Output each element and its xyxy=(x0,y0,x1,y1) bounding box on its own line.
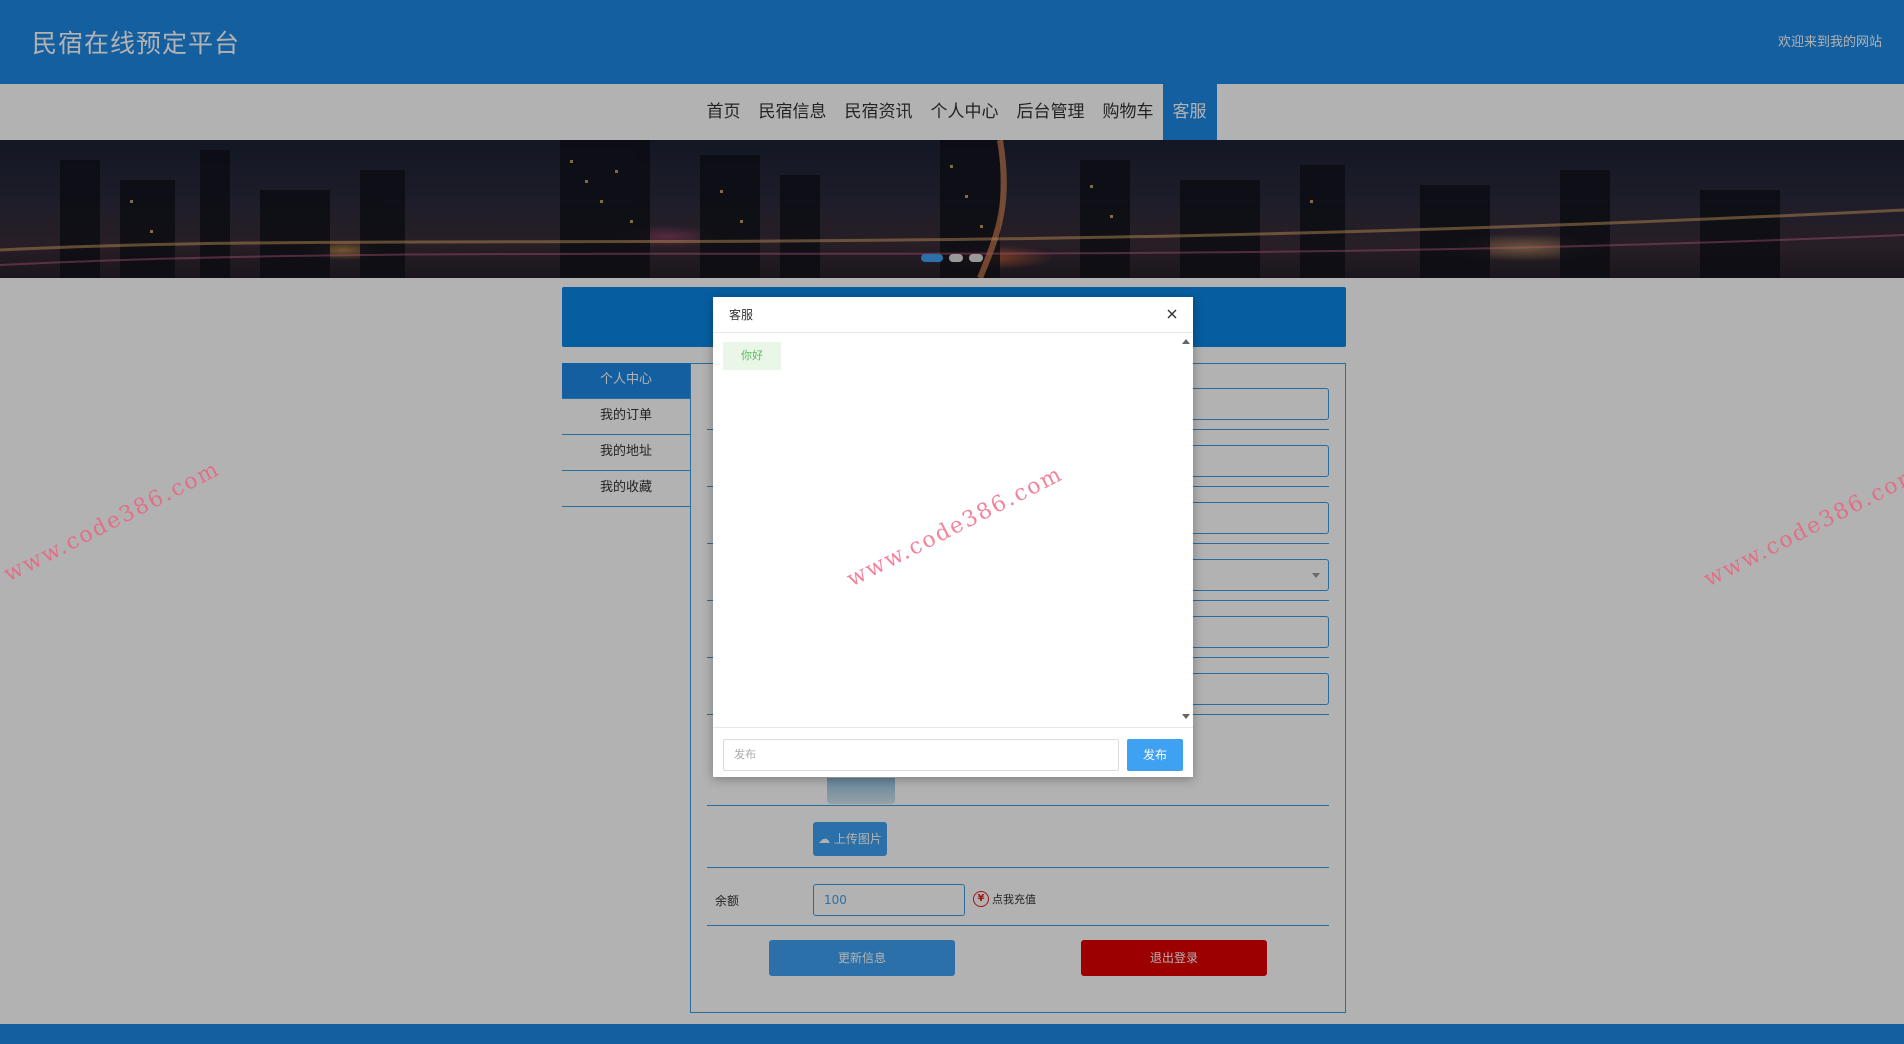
customer-service-dialog: 客服 你好 发布 发布 xyxy=(713,297,1193,777)
dialog-header: 客服 xyxy=(713,297,1193,333)
close-icon[interactable] xyxy=(1163,305,1181,323)
chat-message: 你好 xyxy=(723,342,781,370)
chat-input[interactable]: 发布 xyxy=(723,739,1119,771)
dialog-title: 客服 xyxy=(729,308,754,322)
send-button[interactable]: 发布 xyxy=(1127,739,1183,771)
scroll-down-arrow-icon[interactable] xyxy=(1182,714,1190,719)
chat-message-area[interactable]: 你好 xyxy=(713,333,1193,728)
scroll-up-arrow-icon[interactable] xyxy=(1182,339,1190,344)
